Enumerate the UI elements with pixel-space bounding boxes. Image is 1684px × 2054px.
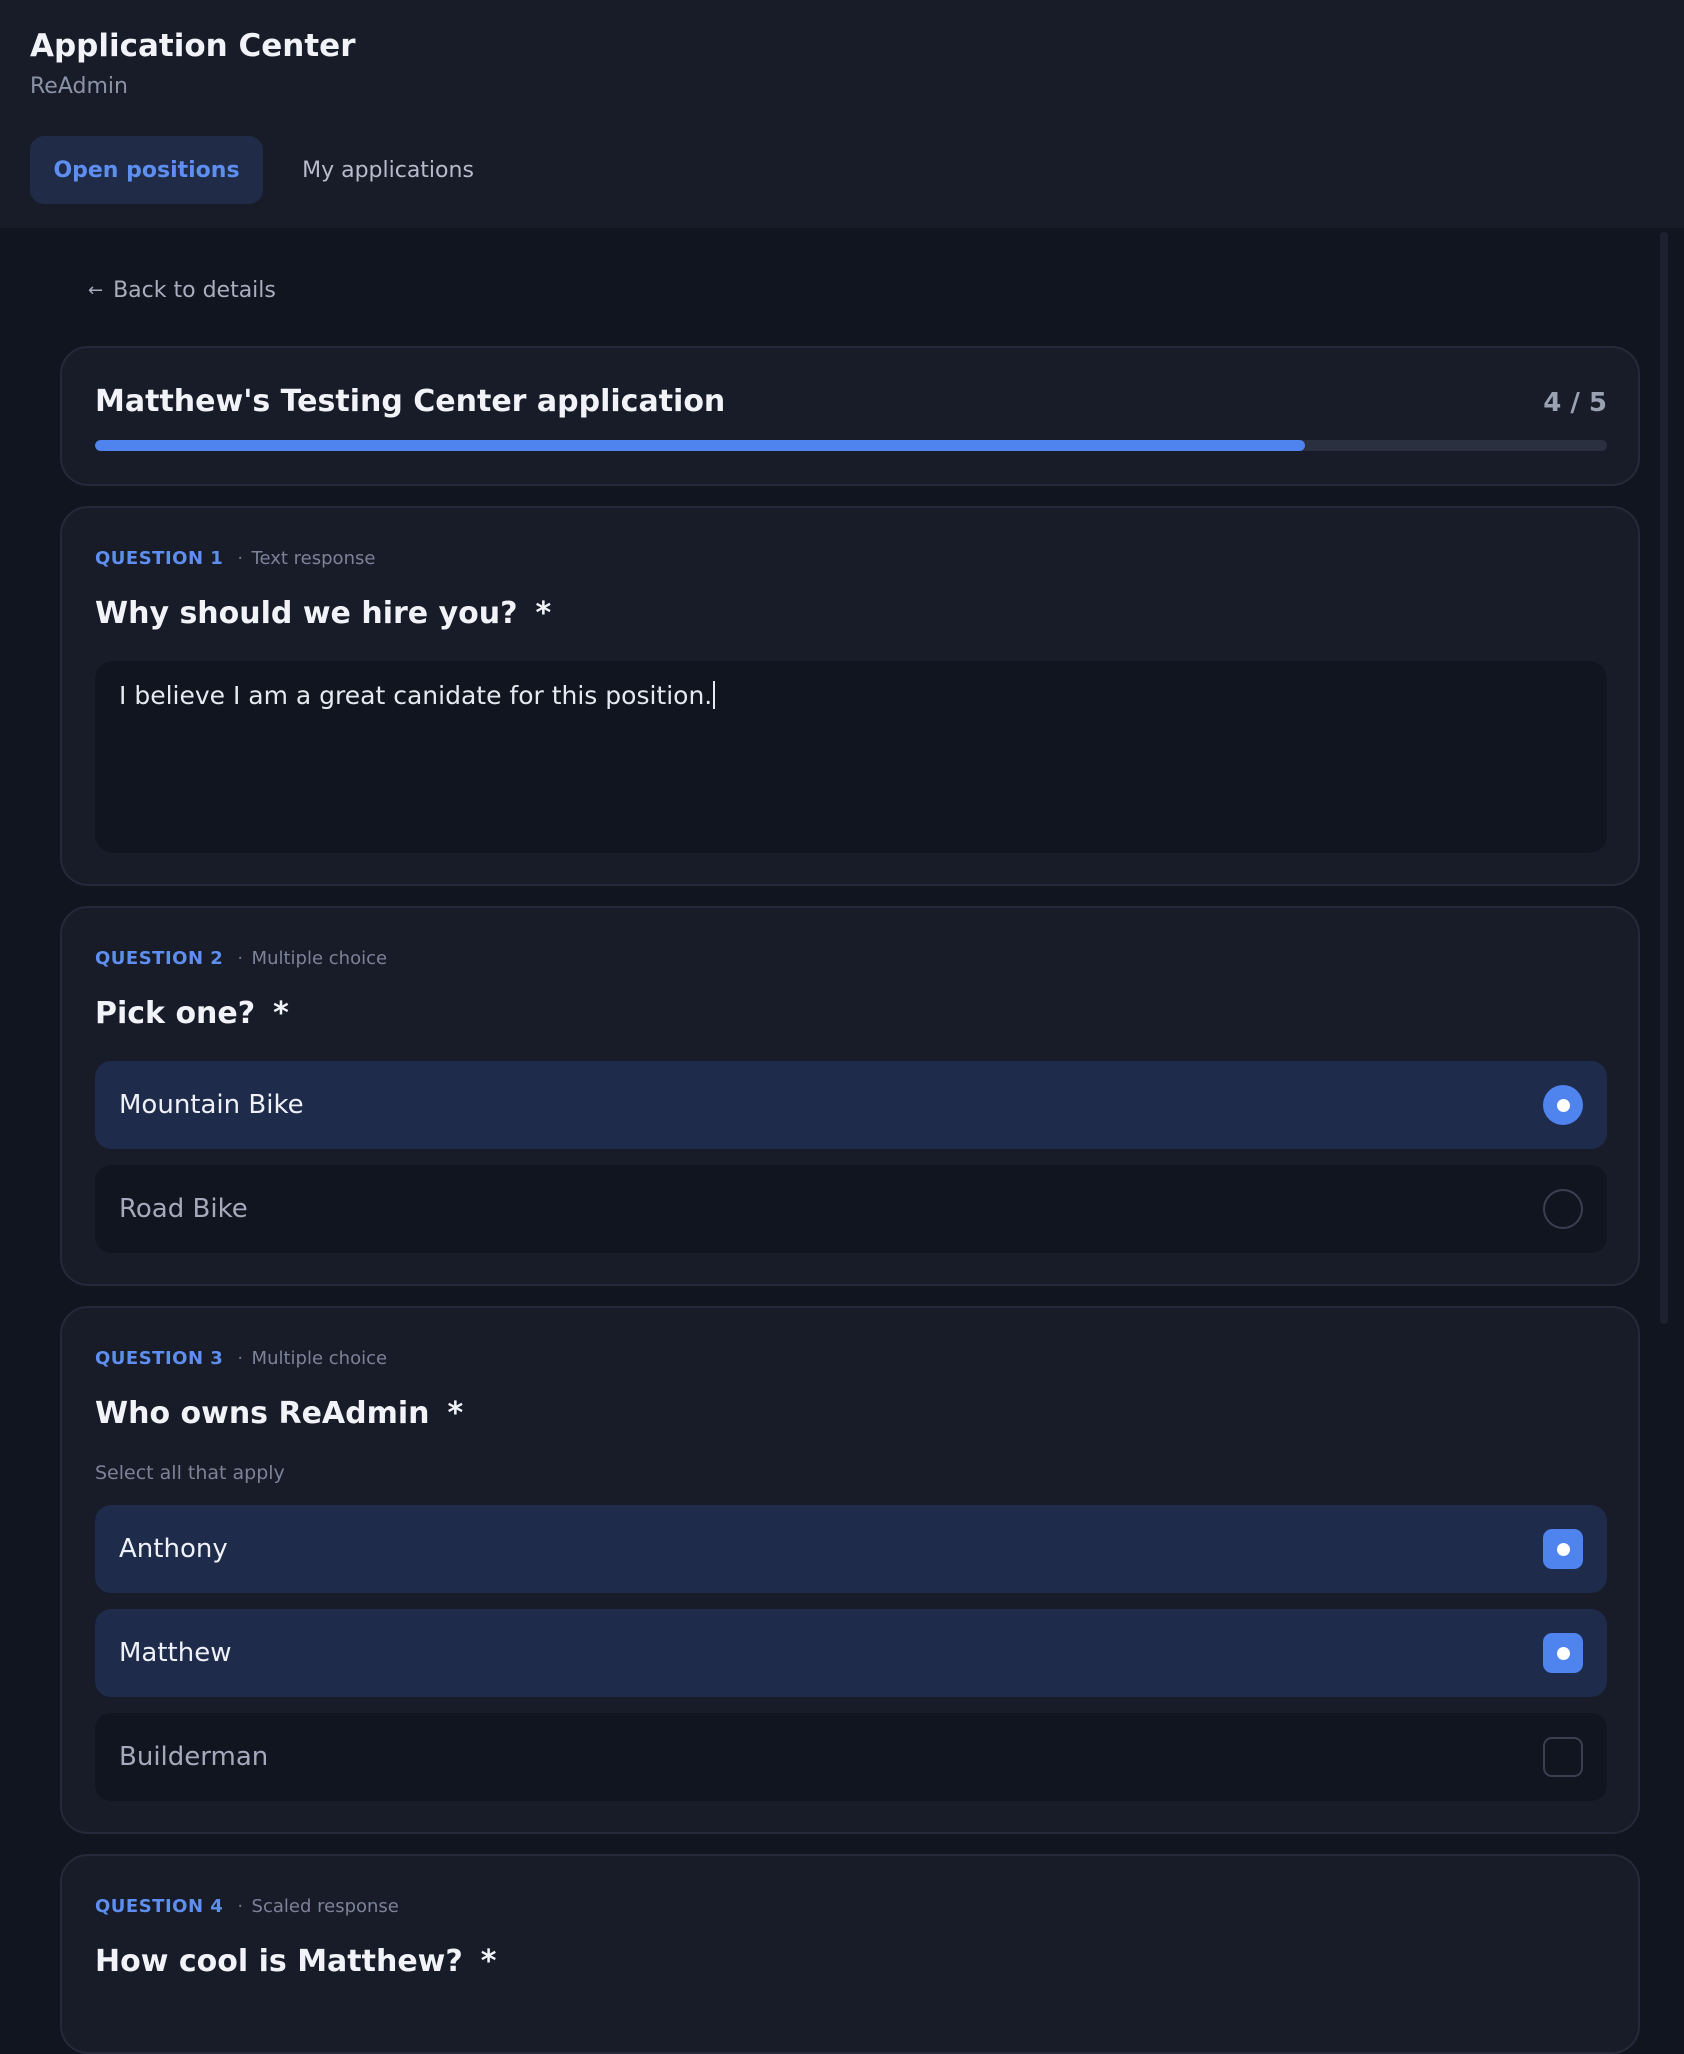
step-counter: 4 / 5 [1543,388,1607,418]
question-title: Why should we hire you? * [95,596,551,631]
required-marker: * [535,596,552,631]
option-label: Anthony [119,1534,228,1564]
required-marker: * [447,1396,464,1431]
arrow-left-icon: ← [88,280,104,301]
required-marker: * [273,996,289,1031]
checkbox-unchecked-icon[interactable] [1543,1737,1583,1777]
question-card-1: QUESTION 1 · Text response Why should we… [60,506,1640,886]
question-label: QUESTION 4 · Scaled response [95,1896,399,1917]
question-number: QUESTION 1 [95,548,224,569]
question-label: QUESTION 1 · Text response [95,548,375,569]
application-progress-card: Matthew's Testing Center application 4 /… [60,346,1640,486]
application-title: Matthew's Testing Center application [95,384,726,419]
option-matthew[interactable]: Matthew [95,1609,1607,1697]
progress-bar [95,440,1607,451]
scrollbar[interactable] [1660,232,1668,1324]
question-kind: Multiple choice [251,1348,388,1369]
separator-dot: · [237,948,244,969]
option-label: Builderman [119,1742,269,1772]
option-mountain-bike[interactable]: Mountain Bike [95,1061,1607,1149]
radio-selected-icon[interactable] [1543,1085,1583,1125]
app-subtitle: ReAdmin [30,74,128,99]
separator-dot: · [237,1348,244,1369]
back-to-details-link[interactable]: ← Back to details [88,278,276,303]
text-caret [713,681,716,709]
tab-open-positions[interactable]: Open positions [30,136,263,204]
question-title: Who owns ReAdmin * [95,1396,463,1431]
question-kind: Multiple choice [251,948,388,969]
radio-unselected-icon[interactable] [1543,1189,1583,1229]
option-builderman[interactable]: Builderman [95,1713,1607,1801]
question-label: QUESTION 2 · Multiple choice [95,948,387,969]
select-hint: Select all that apply [95,1462,285,1484]
option-label: Mountain Bike [119,1090,304,1120]
question-title-text: Why should we hire you? [95,596,518,631]
separator-dot: · [237,548,244,569]
question-title-text: Pick one? [95,996,256,1031]
progress-bar-fill [95,440,1305,451]
question-label: QUESTION 3 · Multiple choice [95,1348,387,1369]
separator-dot: · [237,1896,244,1917]
answer-text: I believe I am a great canidate for this… [119,681,713,710]
question-kind: Scaled response [251,1896,399,1917]
checkbox-checked-icon[interactable] [1543,1633,1583,1673]
question-card-3: QUESTION 3 · Multiple choice Who owns Re… [60,1306,1640,1834]
option-label: Road Bike [119,1194,248,1224]
question-kind: Text response [251,548,376,569]
checkbox-checked-icon[interactable] [1543,1529,1583,1569]
option-anthony[interactable]: Anthony [95,1505,1607,1593]
app-title: Application Center [30,28,356,64]
question-card-2: QUESTION 2 · Multiple choice Pick one? * … [60,906,1640,1286]
question-title: Pick one? * [95,996,289,1031]
question-number: QUESTION 3 [95,1348,224,1369]
tab-my-applications[interactable]: My applications [286,136,490,204]
question-title-text: Who owns ReAdmin [95,1396,430,1431]
answer-textarea[interactable]: I believe I am a great canidate for this… [95,661,1607,853]
question-card-4: QUESTION 4 · Scaled response How cool is… [60,1854,1640,2054]
option-road-bike[interactable]: Road Bike [95,1165,1607,1253]
back-link-label: Back to details [113,278,276,303]
app-header: Application Center ReAdmin Open position… [0,0,1684,228]
question-number: QUESTION 4 [95,1896,224,1917]
option-label: Matthew [119,1638,232,1668]
question-number: QUESTION 2 [95,948,224,969]
